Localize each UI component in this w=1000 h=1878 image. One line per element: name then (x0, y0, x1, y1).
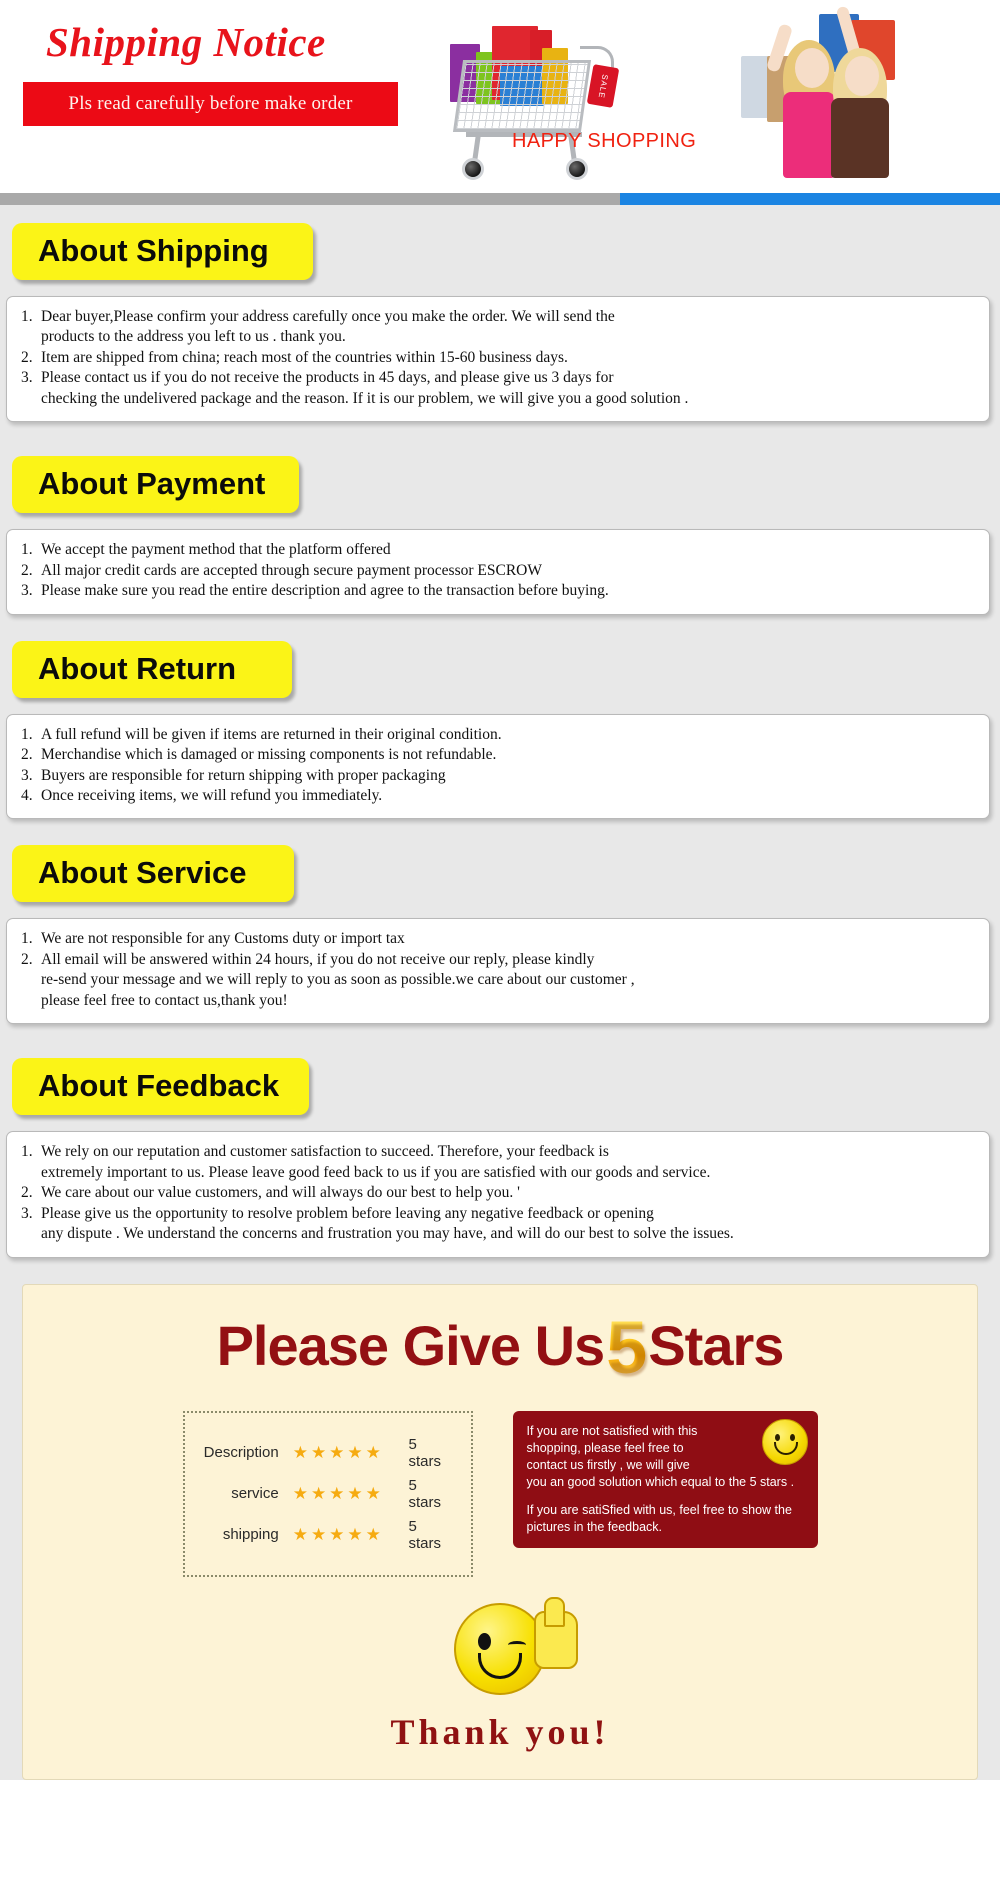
rating-label: shipping (195, 1526, 293, 1543)
rating-row-service: service ★★★★★ 5 stars (195, 1477, 453, 1511)
shipping-card: 1.Dear buyer,Please confirm your address… (6, 296, 990, 422)
list-item: 2.We care about our value customers, and… (21, 1183, 975, 1203)
rating-value: 5 stars (398, 1518, 452, 1552)
section-header-feedback: About Feedback (12, 1058, 309, 1115)
content-area: About Shipping 1.Dear buyer,Please confi… (0, 205, 1000, 1780)
five-stars-panel: Please Give Us5Stars Description ★★★★★ 5… (22, 1284, 978, 1780)
list-item: 3.Buyers are responsible for return ship… (21, 766, 975, 786)
smiley-face-icon (762, 1419, 808, 1465)
rating-label: Description (195, 1444, 293, 1461)
header-banner: Shipping Notice Pls read carefully befor… (0, 0, 1000, 205)
thank-you-block: Thank you! (23, 1603, 977, 1753)
section-header-shipping: About Shipping (12, 223, 313, 280)
satisfaction-message-box: If you are not satisfied with this shopp… (513, 1411, 818, 1549)
star-icon-group: ★★★★★ (293, 1525, 399, 1545)
list-item: 2.All major credit cards are accepted th… (21, 561, 975, 581)
headline-after: Stars (648, 1314, 783, 1377)
rating-value: 5 stars (398, 1436, 452, 1470)
banner-divider-blue (620, 193, 1000, 205)
rating-row-shipping: shipping ★★★★★ 5 stars (195, 1518, 453, 1552)
rating-value: 5 stars (398, 1477, 452, 1511)
service-card: 1.We are not responsible for any Customs… (6, 918, 990, 1024)
rating-row-description: Description ★★★★★ 5 stars (195, 1436, 453, 1470)
thank-you-text: Thank you! (390, 1711, 609, 1753)
read-carefully-text: Pls read carefully before make order (23, 82, 398, 126)
list-item: 3.Please contact us if you do not receiv… (21, 368, 975, 409)
list-item: 1.We are not responsible for any Customs… (21, 929, 975, 949)
section-header-return: About Return (12, 641, 292, 698)
happy-shopping-text: HAPPY SHOPPING (512, 130, 696, 153)
payment-card: 1.We accept the payment method that the … (6, 529, 990, 614)
red-box-line-2: If you are satiSfied with us, feel free … (527, 1502, 806, 1537)
section-header-service: About Service (12, 845, 294, 902)
list-item: 1.Dear buyer,Please confirm your address… (21, 307, 975, 348)
section-about-payment: About Payment 1.We accept the payment me… (0, 456, 1000, 618)
list-item: 1.We accept the payment method that the … (21, 540, 975, 560)
headline-before: Please Give Us (217, 1314, 605, 1377)
list-item: 3.Please make sure you read the entire d… (21, 581, 975, 601)
section-about-service: About Service 1.We are not responsible f… (0, 845, 1000, 1028)
list-item: 4.Once receiving items, we will refund y… (21, 786, 975, 806)
list-item: 2.Item are shipped from china; reach mos… (21, 348, 975, 368)
give-us-headline: Please Give Us5Stars (23, 1311, 977, 1385)
star-icon-group: ★★★★★ (293, 1443, 399, 1463)
happy-shoppers-illustration (715, 0, 930, 178)
list-item: 2.All email will be answered within 24 h… (21, 950, 975, 1011)
sale-tag: SALE (587, 64, 620, 108)
page-title: Shipping Notice (46, 18, 326, 66)
winking-smiley-thumbsup-icon (454, 1603, 546, 1695)
thumbs-up-icon (534, 1611, 578, 1669)
section-about-return: About Return 1.A full refund will be giv… (0, 641, 1000, 824)
list-item: 1.A full refund will be given if items a… (21, 725, 975, 745)
read-carefully-strip: Pls read carefully before make order (23, 82, 398, 126)
section-about-feedback: About Feedback 1.We rely on our reputati… (0, 1058, 1000, 1261)
star-icon-group: ★★★★★ (293, 1484, 399, 1504)
feedback-card: 1.We rely on our reputation and customer… (6, 1131, 990, 1257)
list-item: 3.Please give us the opportunity to reso… (21, 1204, 975, 1245)
shopping-cart-icon: SALE (430, 8, 640, 188)
list-item: 2.Merchandise which is damaged or missin… (21, 745, 975, 765)
gold-five-number: 5 (604, 1306, 648, 1389)
return-card: 1.A full refund will be given if items a… (6, 714, 990, 820)
section-header-payment: About Payment (12, 456, 299, 513)
rating-label: service (195, 1485, 293, 1502)
section-about-shipping: About Shipping 1.Dear buyer,Please confi… (0, 223, 1000, 426)
ratings-row: Description ★★★★★ 5 stars service ★★★★★ … (23, 1411, 977, 1577)
list-item: 1.We rely on our reputation and customer… (21, 1142, 975, 1183)
shipping-notice-page: Shipping Notice Pls read carefully befor… (0, 0, 1000, 1780)
ratings-box: Description ★★★★★ 5 stars service ★★★★★ … (183, 1411, 473, 1577)
